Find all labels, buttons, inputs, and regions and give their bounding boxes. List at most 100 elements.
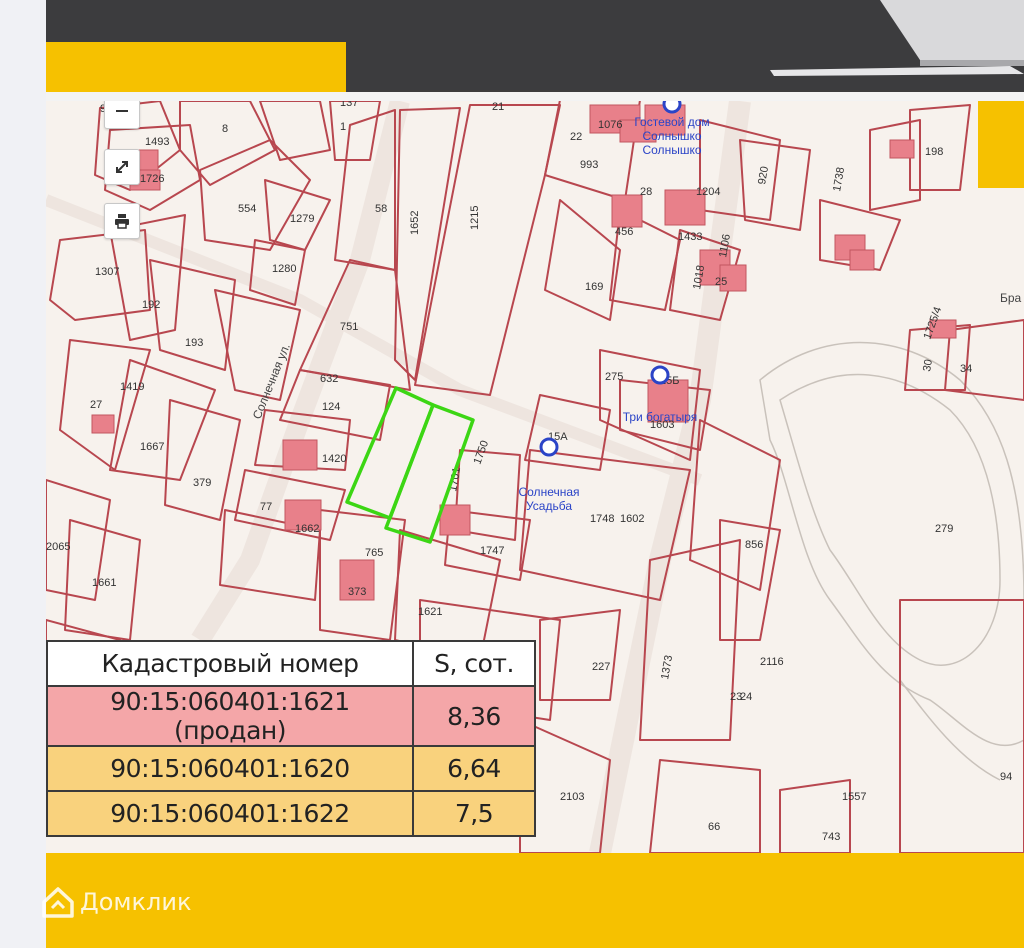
building-footprint <box>91 414 115 434</box>
parcel-outline <box>689 419 781 591</box>
parcel-number-label: 743 <box>822 831 840 843</box>
edge-place-label: Бра <box>1000 291 1022 305</box>
parcel-number-label: 21 <box>492 101 504 113</box>
parcel-number-label: 1661 <box>92 577 116 589</box>
parcel-number-label: 2103 <box>560 791 584 803</box>
parcel-number-label: 24 <box>740 691 752 703</box>
parcel-number-label: 1433 <box>678 231 702 243</box>
parcel-number-label: 94 <box>1000 771 1012 783</box>
parcel-outline <box>899 599 1024 853</box>
parcel-outline <box>329 101 381 161</box>
parcel-number-label: 34 <box>960 363 972 375</box>
parcel-number-label: 1726 <box>140 173 164 185</box>
parcel-number-label: 1738 <box>831 166 847 192</box>
building-footprint <box>611 194 643 228</box>
parcel-number-label: 1373 <box>659 654 675 680</box>
cadastral-number-cell: 90:15:060401:1620 <box>46 745 414 792</box>
place-name-label: Три богатыря <box>623 410 698 424</box>
parcel-number-label: 1602 <box>620 513 644 525</box>
parcel-number-label: 124 <box>322 401 340 413</box>
table-row: 90:15:060401:1622 7,5 <box>46 790 536 837</box>
parcel-outline <box>869 119 921 211</box>
parcel-number-label: 1076 <box>598 119 622 131</box>
top-yellow-bar <box>46 42 346 92</box>
parcel-number-label: 30 <box>921 358 935 372</box>
parcel-number-label: 554 <box>238 203 256 215</box>
parcel-outline <box>539 609 621 701</box>
left-margin <box>0 0 46 948</box>
parcel-number-label: 1667 <box>140 441 164 453</box>
parcel-number-label: 77 <box>260 501 272 513</box>
monitor-graphic <box>770 0 1024 76</box>
header-cadastral-number: Кадастровый номер <box>46 640 414 687</box>
parcel-outline <box>164 399 241 521</box>
parcel-number-label: 1652 <box>409 211 421 235</box>
parcel-number-label: 373 <box>348 586 366 598</box>
parcel-number-label: 2065 <box>46 541 70 553</box>
zoom-out-icon <box>116 110 128 112</box>
parcel-outline <box>544 199 621 321</box>
cadastral-number-cell: 90:15:060401:1621 (продан) <box>46 685 414 747</box>
fullscreen-button[interactable] <box>104 149 140 185</box>
cadastral-table: Кадастровый номер S, сот. 90:15:060401:1… <box>46 640 536 837</box>
area-cell: 8,36 <box>412 685 536 747</box>
area-cell: 7,5 <box>412 790 536 837</box>
parcel-number-label: 27 <box>90 399 102 411</box>
parcel-number-label: 1662 <box>295 523 319 535</box>
brand-name: Домклик <box>80 888 192 916</box>
fullscreen-icon <box>116 161 128 173</box>
parcel-number-label: 1493 <box>145 136 169 148</box>
parcel-number-label: 192 <box>142 299 160 311</box>
parcel-number-label: 456 <box>615 226 633 238</box>
street-name-label: Солнечная ул. <box>250 341 293 421</box>
building-footprint <box>282 439 318 471</box>
parcel-number-label: 1 <box>340 121 346 133</box>
parcel-outline <box>59 339 151 471</box>
parcel-number-label: 1748 <box>590 513 614 525</box>
print-button[interactable] <box>104 203 140 239</box>
parcel-number-label: 2116 <box>760 656 784 668</box>
parcel-number-label: 1557 <box>842 791 866 803</box>
parcel-number-label: 632 <box>320 373 338 385</box>
table-row: 90:15:060401:1620 6,64 <box>46 745 536 792</box>
zoom-out-button[interactable] <box>104 101 140 129</box>
parcel-outline <box>944 319 1024 401</box>
cadastral-number-cell: 90:15:060401:1622 <box>46 790 414 837</box>
parcel-number-label: 227 <box>592 661 610 673</box>
parcel-number-label: 198 <box>925 146 943 158</box>
right-yellow-bar <box>978 101 1024 188</box>
parcel-number-label: 1215 <box>469 206 481 230</box>
screenshot: 9561378114931726211076229931215165258554… <box>0 0 1024 948</box>
print-icon <box>115 214 129 229</box>
parcel-outline <box>649 759 761 853</box>
table-row: 90:15:060401:1621 (продан) 8,36 <box>46 685 536 747</box>
place-pin-icon <box>650 365 670 385</box>
building-footprint <box>849 249 875 271</box>
building-footprint <box>889 139 915 159</box>
parcel-number-label: 22 <box>570 131 582 143</box>
parcel-number-label: 1419 <box>120 381 144 393</box>
parcel-number-label: 1621 <box>418 606 442 618</box>
parcel-number-label: 275 <box>605 371 623 383</box>
parcel-outline <box>719 519 781 641</box>
terrain-outline <box>759 341 1024 781</box>
table-header-row: Кадастровый номер S, сот. <box>46 640 536 687</box>
parcel-number-label: 765 <box>365 547 383 559</box>
place-pin-icon <box>662 101 682 114</box>
highlighted-parcel-1620 <box>345 386 435 520</box>
parcel-number-label: 137 <box>340 101 358 109</box>
parcel-outline <box>149 259 236 371</box>
parcel-number-label: 279 <box>935 523 953 535</box>
building-footprint <box>439 504 471 536</box>
parcel-number-label: 193 <box>185 337 203 349</box>
banner-divider <box>46 92 1024 101</box>
parcel-number-label: 169 <box>585 281 603 293</box>
parcel-number-label: 1747 <box>480 545 504 557</box>
place-pin-icon <box>539 437 559 457</box>
parcel-outline <box>109 359 216 481</box>
parcel-number-label: 856 <box>745 539 763 551</box>
parcel-number-label: 379 <box>193 477 211 489</box>
parcel-number-label: 25 <box>715 276 727 288</box>
parcel-number-label: 1307 <box>95 266 119 278</box>
parcel-outline <box>259 101 331 161</box>
